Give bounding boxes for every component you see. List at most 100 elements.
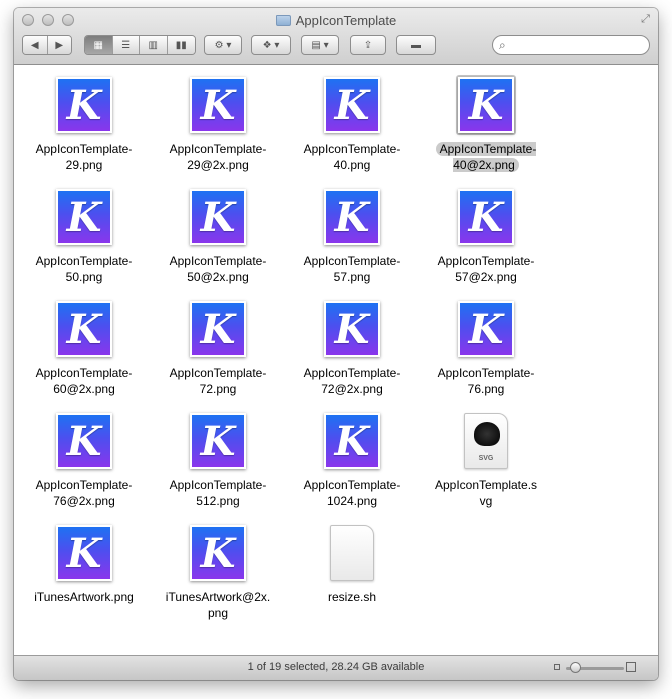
app-icon-image: K xyxy=(190,301,246,357)
action-menu-button[interactable]: ⚙ ▾ xyxy=(204,35,242,55)
file-thumbnail[interactable]: K xyxy=(456,75,516,135)
forward-button[interactable]: ▶ xyxy=(47,36,71,54)
file-name[interactable]: AppIconTemplate- 72@2x.png xyxy=(292,365,412,397)
file-name[interactable]: AppIconTemplate- 40.png xyxy=(292,141,412,173)
file-name-text: AppIconTemplate.s vg xyxy=(434,478,538,508)
file-name[interactable]: AppIconTemplate- 1024.png xyxy=(292,477,412,509)
file-thumbnail[interactable]: K xyxy=(54,75,114,135)
window-title-text: AppIconTemplate xyxy=(295,13,397,28)
app-icon-image: K xyxy=(56,77,112,133)
file-name-text: iTunesArtwork.png xyxy=(34,590,134,604)
file-thumbnail[interactable]: K xyxy=(54,299,114,359)
app-icon-image: K xyxy=(458,301,514,357)
back-button[interactable]: ◀ xyxy=(23,36,48,54)
toggle-icon: ▬ xyxy=(411,39,421,51)
cover-flow-button[interactable]: ▮▮ xyxy=(167,36,195,54)
file-thumbnail[interactable]: K xyxy=(456,187,516,247)
file-thumbnail[interactable]: K xyxy=(188,411,248,471)
file-name[interactable]: iTunesArtwork.png xyxy=(24,589,144,605)
file-name-text: AppIconTemplate- 512.png xyxy=(169,478,267,508)
back-forward-group: ◀ ▶ xyxy=(22,35,72,55)
folder-icon xyxy=(275,15,291,26)
app-icon-image: K xyxy=(190,413,246,469)
file-thumbnail[interactable]: K xyxy=(322,75,382,135)
app-icon-image: K xyxy=(324,301,380,357)
file-thumbnail[interactable]: K xyxy=(322,411,382,471)
svg-document-icon: SVG xyxy=(464,413,508,469)
file-thumbnail[interactable]: K xyxy=(322,299,382,359)
app-icon-image: K xyxy=(458,77,514,133)
file-name-text: AppIconTemplate- 57.png xyxy=(303,254,401,284)
file-thumbnail[interactable] xyxy=(322,523,382,583)
file-name-text: AppIconTemplate- 1024.png xyxy=(303,478,401,508)
file-thumbnail[interactable]: K xyxy=(456,299,516,359)
file-thumbnail[interactable]: K xyxy=(188,75,248,135)
file-name[interactable]: AppIconTemplate- 50.png xyxy=(24,253,144,285)
file-name[interactable]: AppIconTemplate- 29.png xyxy=(24,141,144,173)
status-bar: 1 of 19 selected, 28.24 GB available xyxy=(14,655,658,680)
column-view-button[interactable]: ▥ xyxy=(140,36,168,54)
file-name[interactable]: AppIconTemplate- 72.png xyxy=(158,365,278,397)
app-icon-image: K xyxy=(190,525,246,581)
file-name[interactable]: AppIconTemplate- 40@2x.png xyxy=(426,141,546,173)
app-icon-image: K xyxy=(190,189,246,245)
file-name[interactable]: AppIconTemplate- 76@2x.png xyxy=(24,477,144,509)
inkscape-logo-icon xyxy=(474,422,500,446)
tags-toggle-button[interactable]: ▬ xyxy=(396,35,436,55)
app-icon-image: K xyxy=(324,189,380,245)
file-name-text: AppIconTemplate- 50@2x.png xyxy=(169,254,267,284)
file-name-text: AppIconTemplate- 50.png xyxy=(35,254,133,284)
slider-knob[interactable] xyxy=(569,662,581,673)
app-icon-image: K xyxy=(458,189,514,245)
toolbar: ◀ ▶ ▦ ☰ ▥ ▮▮ ⚙ ▾ ❖ ▾ ▤ ▾ ⇪ ▬ ⌕ xyxy=(14,35,658,57)
file-name[interactable]: AppIconTemplate- 76.png xyxy=(426,365,546,397)
file-name[interactable]: AppIconTemplate- 29@2x.png xyxy=(158,141,278,173)
app-icon-image: K xyxy=(56,189,112,245)
share-button[interactable]: ⇪ xyxy=(350,35,386,55)
file-thumbnail[interactable]: K xyxy=(54,523,114,583)
list-view-button[interactable]: ☰ xyxy=(112,36,140,54)
fullscreen-icon[interactable]: ⤢ xyxy=(639,13,652,26)
file-name-text: AppIconTemplate- 76@2x.png xyxy=(35,478,133,508)
file-name-text: AppIconTemplate- 29.png xyxy=(35,142,133,172)
file-name[interactable]: AppIconTemplate- 60@2x.png xyxy=(24,365,144,397)
arrange-button[interactable]: ▤ ▾ xyxy=(301,35,339,55)
file-name-text: AppIconTemplate- 60@2x.png xyxy=(35,366,133,396)
file-thumbnail[interactable]: K xyxy=(188,523,248,583)
search-input[interactable] xyxy=(513,37,645,55)
view-mode-group: ▦ ☰ ▥ ▮▮ xyxy=(84,35,196,55)
file-name[interactable]: resize.sh xyxy=(292,589,412,605)
arrange-icon: ▤ ▾ xyxy=(311,39,329,51)
large-icon-size-icon xyxy=(626,662,636,672)
file-name-text: iTunesArtwork@2x. png xyxy=(165,590,271,620)
file-thumbnail[interactable]: K xyxy=(54,187,114,247)
share-icon: ⇪ xyxy=(363,39,373,51)
file-thumbnail[interactable]: SVG xyxy=(456,411,516,471)
dropbox-button[interactable]: ❖ ▾ xyxy=(251,35,291,55)
file-name-text: AppIconTemplate- 57@2x.png xyxy=(437,254,535,284)
window-title: AppIconTemplate xyxy=(14,13,658,28)
dropbox-icon: ❖ ▾ xyxy=(262,39,280,51)
search-field[interactable]: ⌕ xyxy=(492,35,650,55)
icon-view-button[interactable]: ▦ xyxy=(85,36,113,54)
file-name-text: AppIconTemplate- 72.png xyxy=(169,366,267,396)
file-name-text: AppIconTemplate- 76.png xyxy=(437,366,535,396)
file-thumbnail[interactable]: K xyxy=(188,187,248,247)
file-name[interactable]: iTunesArtwork@2x. png xyxy=(158,589,278,621)
file-name[interactable]: AppIconTemplate- 57.png xyxy=(292,253,412,285)
file-name-text: AppIconTemplate- 72@2x.png xyxy=(303,366,401,396)
file-name[interactable]: AppIconTemplate.s vg xyxy=(426,477,546,509)
file-thumbnail[interactable]: K xyxy=(188,299,248,359)
file-name[interactable]: AppIconTemplate- 512.png xyxy=(158,477,278,509)
file-name-text: AppIconTemplate- 40.png xyxy=(303,142,401,172)
title-bar: AppIconTemplate ⤢ ◀ ▶ ▦ ☰ ▥ ▮▮ ⚙ ▾ ❖ ▾ ▤… xyxy=(14,8,658,65)
file-thumbnail[interactable]: K xyxy=(54,411,114,471)
search-icon: ⌕ xyxy=(499,38,506,52)
file-thumbnail[interactable]: K xyxy=(322,187,382,247)
app-icon-image: K xyxy=(56,413,112,469)
icon-size-slider[interactable] xyxy=(554,662,636,673)
app-icon-image: K xyxy=(190,77,246,133)
file-name[interactable]: AppIconTemplate- 50@2x.png xyxy=(158,253,278,285)
file-name-text: resize.sh xyxy=(327,590,377,604)
file-name[interactable]: AppIconTemplate- 57@2x.png xyxy=(426,253,546,285)
